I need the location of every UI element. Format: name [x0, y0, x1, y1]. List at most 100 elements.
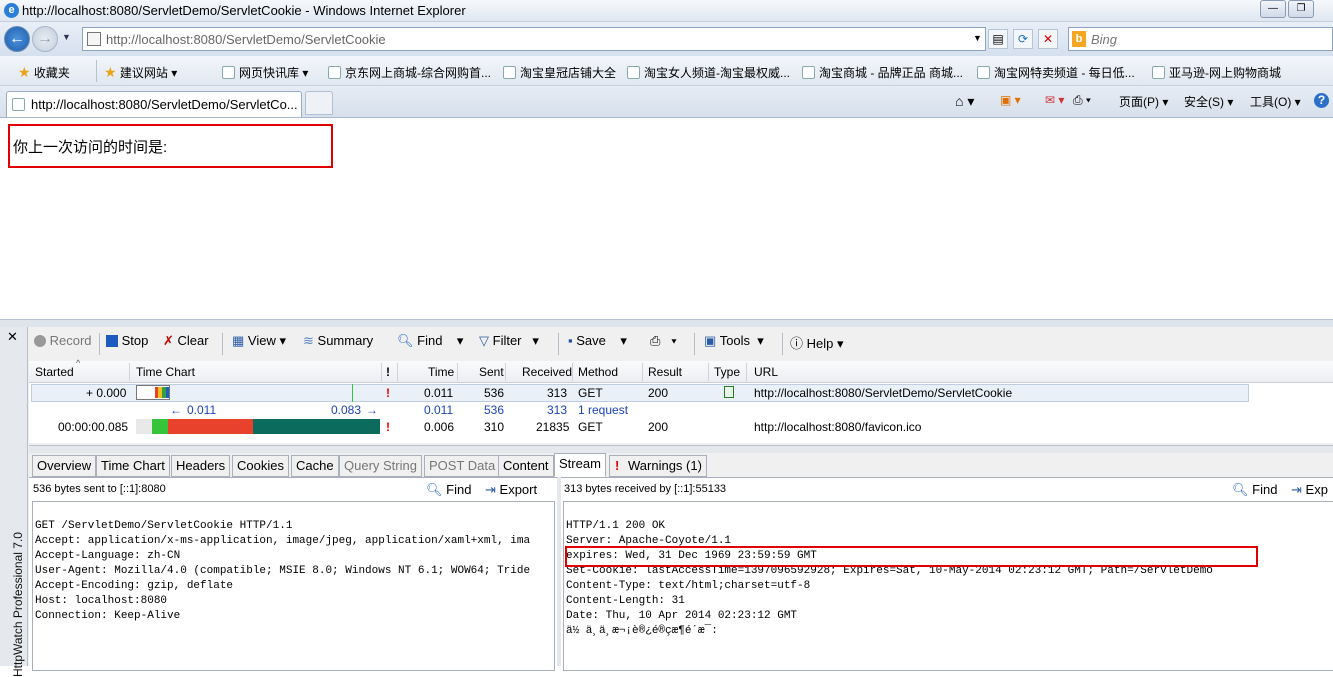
fav-item-jd[interactable]: 京东网上商城-综合网购首...: [328, 64, 491, 81]
page-icon: [12, 98, 25, 111]
fav-item-tmall[interactable]: 淘宝商城 - 品牌正品 商城...: [802, 64, 963, 81]
right-arrow-icon: →: [366, 403, 378, 417]
close-icon[interactable]: ✕: [7, 329, 18, 345]
fav-item-suggested[interactable]: ★ 建议网站 ▾: [104, 64, 177, 81]
splitter[interactable]: [0, 319, 1333, 327]
summary-time: 0.011: [424, 403, 454, 417]
history-dropdown-icon[interactable]: ▼: [62, 32, 71, 42]
clear-button[interactable]: ✗ Clear: [163, 333, 209, 349]
clear-label: Clear: [177, 333, 209, 348]
tab-servletcookie[interactable]: http://localhost:8080/ServletDemo/Servle…: [6, 91, 302, 117]
view-button[interactable]: ▦ View ▾: [232, 333, 286, 349]
request-stream[interactable]: GET /ServletDemo/ServletCookie HTTP/1.1 A…: [32, 501, 555, 671]
divider: [457, 363, 458, 381]
fav-label: 淘宝网特卖频道 - 每日低...: [994, 66, 1135, 80]
col-received[interactable]: Received: [522, 361, 572, 383]
tab-cache[interactable]: Cache: [291, 455, 339, 477]
fav-item-taobao-sale[interactable]: 淘宝网特卖频道 - 每日低...: [977, 64, 1135, 81]
tab-stream[interactable]: Stream: [554, 453, 606, 477]
table-row[interactable]: [31, 384, 1249, 402]
help-icon[interactable]: ?: [1314, 93, 1329, 108]
url-dropdown-icon[interactable]: ▼: [973, 33, 982, 43]
save-button[interactable]: ▪ Save ▾: [568, 333, 627, 349]
right-pane-header: 313 bytes received by [::1]:55133: [564, 483, 727, 495]
help-button[interactable]: ⓘ Help ▾: [790, 333, 844, 352]
tab-overview[interactable]: Overview: [32, 455, 97, 477]
star-icon: ★: [18, 64, 31, 80]
maximize-button[interactable]: ❐: [1288, 0, 1314, 18]
tab-post-data[interactable]: POST Data: [424, 455, 501, 477]
col-url[interactable]: URL: [754, 361, 778, 383]
stop-button[interactable]: Stop: [106, 333, 148, 348]
left-export-button[interactable]: ⇥ Export: [485, 482, 537, 498]
back-button[interactable]: ←: [4, 26, 30, 52]
pane-splitter[interactable]: [557, 477, 561, 666]
compat-view-icon[interactable]: ▤: [988, 29, 1008, 49]
print-icon[interactable]: ⎙ ▾: [1073, 93, 1091, 108]
left-find-button[interactable]: 🔍︎ Find: [426, 482, 471, 498]
stream-line: GET /ServletDemo/ServletCookie HTTP/1.1: [35, 520, 293, 532]
set-cookie-highlight: [565, 546, 1258, 567]
find-icon: 🔍︎: [397, 333, 414, 348]
fav-item-taobao-women[interactable]: 淘宝女人频道-淘宝最权威...: [627, 64, 790, 81]
fav-item-amazon[interactable]: 亚马逊-网上购物商城: [1152, 64, 1281, 81]
tools-button[interactable]: ▣ Tools ▾: [704, 333, 764, 349]
record-button[interactable]: Record: [34, 333, 92, 348]
sort-icon: ^: [76, 358, 81, 368]
refresh-icon[interactable]: ⟳: [1013, 29, 1033, 49]
minimize-button[interactable]: —: [1260, 0, 1286, 18]
address-field[interactable]: http://localhost:8080/ServletDemo/Servle…: [82, 27, 986, 51]
new-tab-button[interactable]: [305, 91, 333, 115]
print-button[interactable]: ⎙ ▾: [650, 333, 677, 349]
summary-received: 313: [547, 403, 568, 417]
home-icon[interactable]: ⌂ ▾: [955, 93, 974, 110]
tab-cookies[interactable]: Cookies: [232, 455, 289, 477]
response-stream[interactable]: HTTP/1.1 200 OK Server: Apache-Coyote/1.1…: [563, 501, 1333, 671]
page-menu[interactable]: 页面(P) ▾: [1119, 93, 1168, 110]
col-started[interactable]: Started: [35, 361, 74, 383]
right-export-button[interactable]: ⇥ Exp: [1291, 482, 1328, 498]
tab-warnings[interactable]: ! Warnings (1): [609, 455, 707, 477]
tab-content[interactable]: Content: [498, 455, 554, 477]
safety-menu[interactable]: 安全(S) ▾: [1184, 93, 1233, 110]
request-text: GET /ServletDemo/ServletCookie HTTP/1.1 A…: [33, 502, 554, 656]
time-chart-bar: [136, 385, 170, 400]
filter-button[interactable]: ▽ Filter ▾: [479, 333, 539, 349]
find-label: Find: [417, 333, 443, 348]
url-text: http://localhost:8080/ServletDemo/Servle…: [106, 32, 386, 47]
tab-time-chart[interactable]: Time Chart: [96, 455, 170, 477]
webslice-icon: [222, 66, 235, 79]
tools-label: Tools: [719, 333, 751, 348]
mail-icon[interactable]: ✉ ▾: [1045, 93, 1064, 107]
find-button[interactable]: 🔍︎ Find ▾: [397, 333, 463, 349]
fav-item-webslice[interactable]: 网页快讯库 ▾: [222, 64, 308, 81]
col-time-chart[interactable]: Time Chart: [136, 361, 195, 383]
col-sent[interactable]: Sent: [479, 361, 504, 383]
col-warning[interactable]: !: [386, 361, 390, 383]
summary-requests: 1 request: [578, 403, 629, 417]
col-method[interactable]: Method: [578, 361, 618, 383]
tab-query-string[interactable]: Query String: [339, 455, 422, 477]
favorites-button[interactable]: ★ 收藏夹: [18, 64, 70, 81]
right-find-button[interactable]: 🔍︎ Find: [1232, 482, 1277, 498]
divider: [129, 363, 130, 381]
summary-button[interactable]: ≋ Summary: [303, 333, 373, 349]
forward-button[interactable]: →: [32, 26, 58, 52]
help-label: Help: [806, 336, 834, 351]
divider: [572, 363, 573, 381]
tab-headers[interactable]: Headers: [171, 455, 231, 477]
page-icon: [977, 66, 990, 79]
chart-left-value: 0.011: [187, 403, 217, 417]
fav-label: 淘宝商城 - 品牌正品 商城...: [819, 66, 964, 80]
fav-item-taobao-crown[interactable]: 淘宝皇冠店铺大全: [503, 64, 616, 81]
title-bar: e http://localhost:8080/ServletDemo/Serv…: [0, 0, 1333, 22]
col-time[interactable]: Time: [428, 361, 454, 383]
search-field[interactable]: b Bing: [1068, 27, 1333, 51]
stop-icon: [106, 335, 118, 347]
col-result[interactable]: Result: [648, 361, 682, 383]
stop-icon[interactable]: ✕: [1038, 29, 1058, 49]
col-type[interactable]: Type: [714, 361, 740, 383]
feeds-icon[interactable]: ▣ ▾: [1000, 93, 1021, 107]
splitter[interactable]: [29, 445, 1333, 453]
tools-menu[interactable]: 工具(O) ▾: [1250, 93, 1301, 110]
